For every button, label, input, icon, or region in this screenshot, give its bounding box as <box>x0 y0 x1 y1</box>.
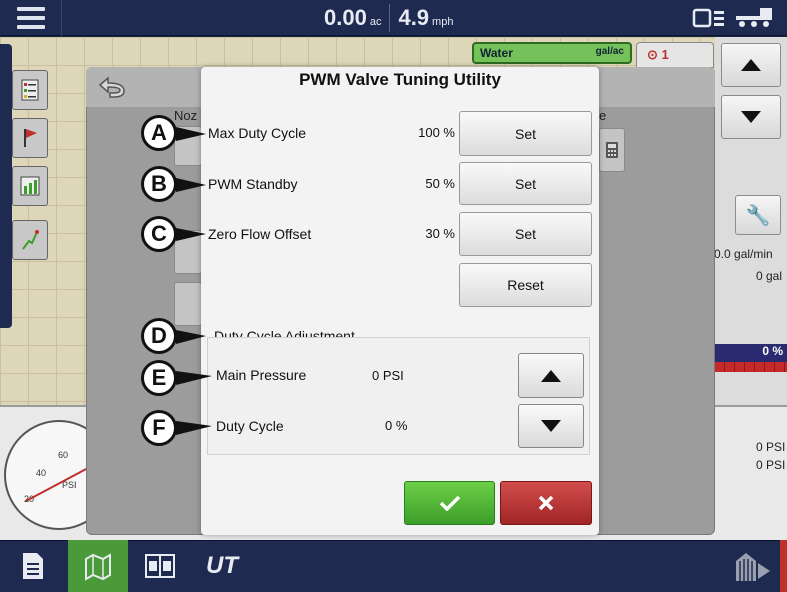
map-view-button[interactable] <box>68 540 128 592</box>
callout-leader-lines <box>176 127 212 435</box>
callout-d-letter: D <box>151 323 167 348</box>
callout-c-letter: C <box>151 221 167 246</box>
field-map-icon <box>85 553 111 581</box>
callout-c: C <box>141 216 177 252</box>
implement-status-button[interactable] <box>724 540 780 592</box>
document-icon <box>23 553 43 579</box>
documents-button[interactable] <box>0 540 66 592</box>
callout-b-letter: B <box>151 171 167 196</box>
split-screen-icon <box>145 554 175 578</box>
split-screen-button[interactable] <box>132 540 188 592</box>
callout-d: D <box>141 318 177 354</box>
callout-a: A <box>141 115 177 151</box>
universal-terminal-button[interactable]: UT <box>196 540 248 592</box>
callout-e: E <box>141 360 177 396</box>
callout-b: B <box>141 166 177 202</box>
callout-e-letter: E <box>151 365 167 390</box>
ut-label: UT <box>206 552 238 579</box>
callout-f: F <box>141 410 177 446</box>
edge-indicator <box>780 540 787 592</box>
callout-f-letter: F <box>152 415 166 440</box>
silo-icon <box>736 553 770 581</box>
callout-a-letter: A <box>151 120 167 145</box>
